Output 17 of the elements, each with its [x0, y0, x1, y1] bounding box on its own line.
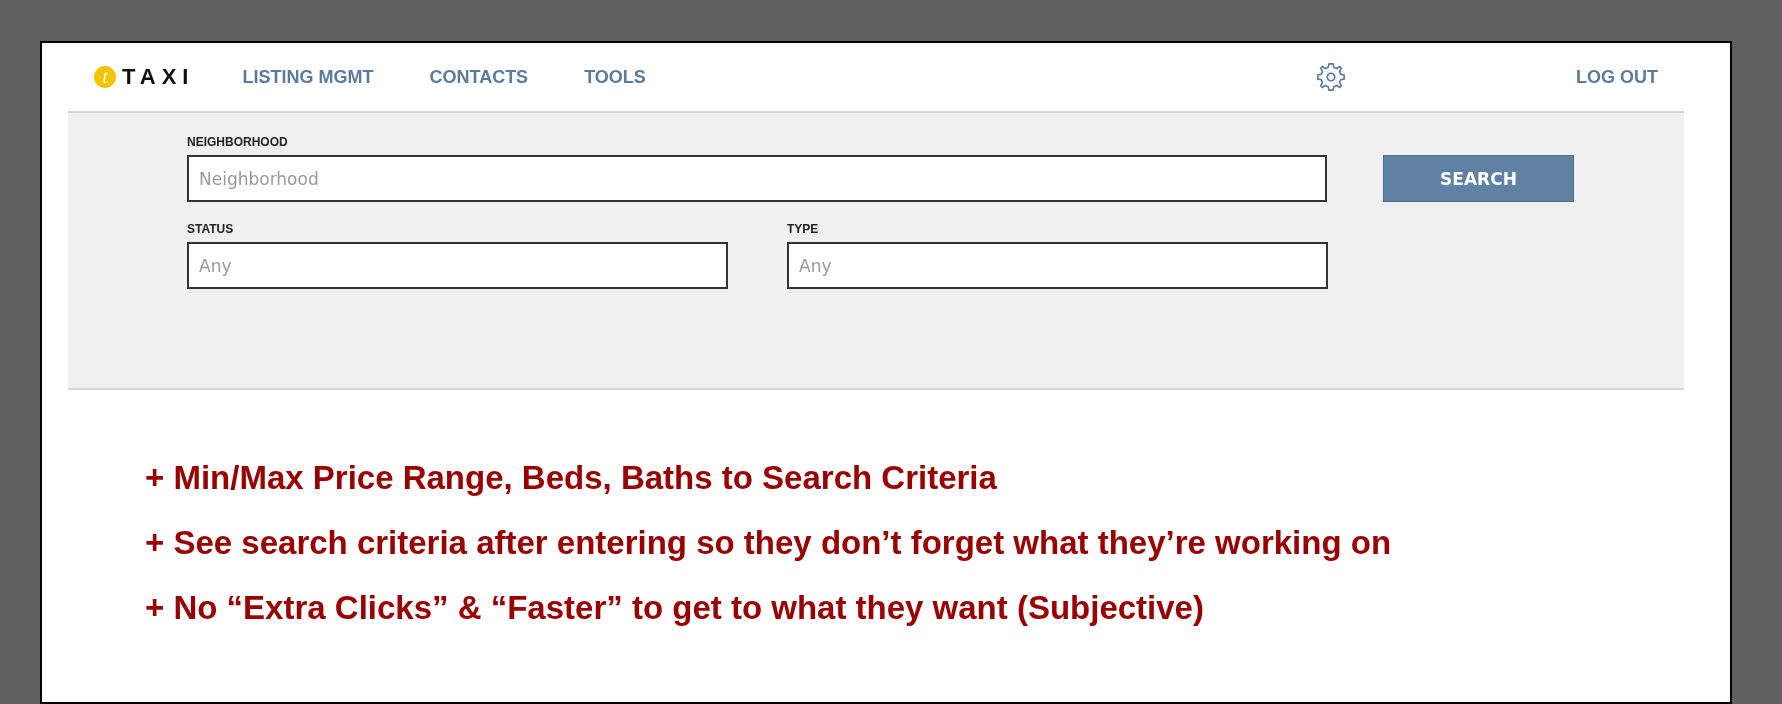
field-label: TYPE — [787, 222, 820, 236]
nav-link[interactable]: CONTACTS — [429, 66, 529, 88]
note-text: + See search criteria after entering so they don’t forget what they’re working on — [145, 523, 1393, 563]
input-field[interactable]: Neighborhood — [187, 155, 1327, 202]
input-field[interactable]: Any — [187, 242, 728, 289]
nav-link[interactable]: TOOLS — [584, 66, 646, 88]
field-label: STATUS — [187, 222, 235, 236]
search-button[interactable]: SEARCH — [1383, 155, 1574, 202]
input-field[interactable]: Any — [787, 242, 1328, 289]
note-text: + No “Extra Clicks” & “Faster” to get to what they want (Subjective) — [145, 588, 1205, 628]
logo-text: TAXI — [122, 64, 195, 90]
note-text: + Min/Max Price Range, Beds, Baths to Search Criteria — [145, 458, 998, 498]
settings-icon[interactable] — [1316, 62, 1346, 92]
logout-link[interactable]: LOG OUT — [1576, 66, 1658, 88]
nav-link[interactable]: LISTING MGMT — [242, 66, 374, 88]
logo-icon: t — [94, 66, 116, 88]
field-label: NEIGHBORHOOD — [187, 135, 289, 149]
